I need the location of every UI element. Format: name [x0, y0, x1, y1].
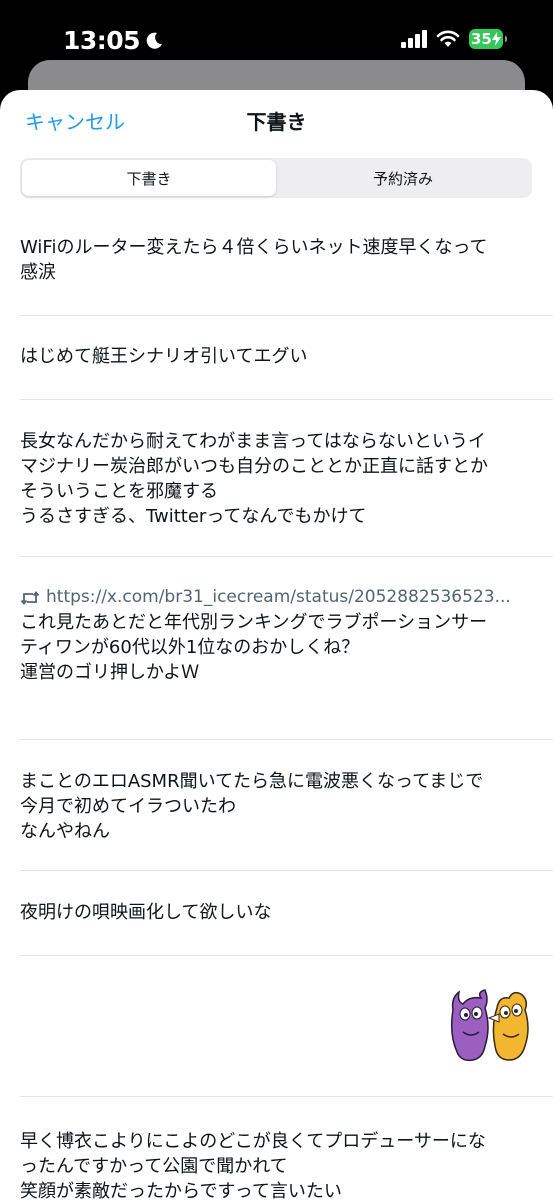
moon-icon	[146, 32, 163, 49]
list-item[interactable]: WiFiのルーター変えたら４倍くらいネット速度早くなって 感涙	[20, 218, 553, 316]
retweet-icon	[20, 590, 40, 605]
draft-text: 長女なんだから耐えてわがまま言ってはならないというイ マジナリー炭治郎がいつも自…	[20, 431, 488, 527]
battery-level: 35	[471, 30, 492, 48]
cellular-signal-icon	[401, 30, 427, 48]
sticker-image	[450, 989, 529, 1062]
battery-cap	[505, 36, 507, 42]
tab-scheduled[interactable]: 予約済み	[276, 160, 530, 196]
draft-text: WiFiのルーター変えたら４倍くらいネット速度早くなって 感涙	[20, 237, 488, 283]
draft-text: 夜明けの唄映画化して欲しいな	[20, 902, 272, 923]
clock: 13:05	[63, 26, 141, 55]
draft-text: はじめて艇王シナリオ引いてエグい	[20, 346, 308, 367]
battery-icon: 35	[469, 29, 507, 49]
list-item[interactable]: はじめて艇王シナリオ引いてエグい	[20, 316, 553, 400]
link-url: https://x.com/br31_icecream/status/20528…	[46, 587, 511, 607]
tab-drafts[interactable]: 下書き	[22, 160, 276, 196]
charging-bolt-icon	[491, 32, 501, 46]
status-time: 13:05	[63, 26, 164, 55]
quoted-link[interactable]: https://x.com/br31_icecream/status/20528…	[20, 585, 533, 610]
drafts-sheet: キャンセル 下書き 下書き 予約済み WiFiのルーター変えたら４倍くらいネット…	[0, 90, 553, 1200]
status-indicators: 35	[401, 29, 507, 49]
list-item[interactable]: まことのエロASMR聞いてたら急に電波悪くなってまじで 今月で初めてイラついたわ…	[20, 740, 553, 871]
segmented-control: 下書き 予約済み	[20, 158, 532, 198]
list-item[interactable]: 夜明けの唄映画化して欲しいな	[20, 871, 553, 956]
draft-text: これ見たあとだと年代別ランキングでラブポーションサー ティワンが60代以外1位な…	[20, 612, 488, 683]
wifi-icon	[436, 30, 460, 47]
page-title: 下書き	[246, 110, 307, 134]
list-item[interactable]: 長女なんだから耐えてわがまま言ってはならないというイ マジナリー炭治郎がいつも自…	[20, 400, 553, 557]
list-item[interactable]	[20, 956, 553, 1097]
drafts-list: WiFiのルーター変えたら４倍くらいネット速度早くなって 感涙 はじめて艇王シナ…	[0, 218, 553, 1200]
draft-text: まことのエロASMR聞いてたら急に電波悪くなってまじで 今月で初めてイラついたわ…	[20, 771, 484, 842]
nav-bar: キャンセル 下書き	[0, 90, 553, 154]
draft-text: 早く博衣こよりにこよのどこが良くてプロデューサーにな ったんですかって公園で聞か…	[20, 1131, 486, 1200]
list-item[interactable]: 早く博衣こよりにこよのどこが良くてプロデューサーにな ったんですかって公園で聞か…	[20, 1097, 553, 1200]
list-item[interactable]: https://x.com/br31_icecream/status/20528…	[20, 557, 553, 740]
